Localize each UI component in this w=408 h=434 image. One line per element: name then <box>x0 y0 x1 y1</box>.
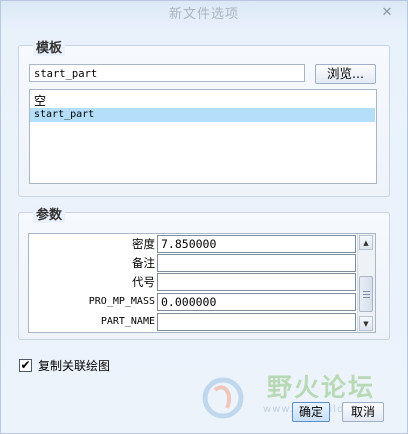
scroll-thumb[interactable] <box>359 276 373 312</box>
template-group: 模板 start_part 浏览... 空 start_part <box>18 37 390 197</box>
param-label: 密度 <box>132 237 155 251</box>
param-row-density: 密度 7.850000 <box>29 234 359 254</box>
cancel-button[interactable]: 取消 <box>342 402 384 422</box>
parameters-group: 参数 密度 7.850000 备注 代号 PRO_MP_MASS 0.00000… <box>18 204 390 340</box>
checkmark-icon: ✔ <box>20 358 31 372</box>
triangle-up-icon[interactable]: ▲ <box>359 235 373 250</box>
param-row-mass: PRO_MP_MASS 0.000000 <box>29 292 359 312</box>
param-row-code: 代号 <box>29 272 359 292</box>
list-item-start-part[interactable]: start_part <box>30 108 375 122</box>
parameters-group-title: 参数 <box>33 204 66 223</box>
template-group-title: 模板 <box>33 37 66 56</box>
param-label: PART_NAME <box>100 316 155 327</box>
browse-button[interactable]: 浏览... <box>315 64 376 84</box>
copy-relations-checkbox[interactable]: ✔ <box>19 359 32 372</box>
param-value-input[interactable] <box>157 254 356 272</box>
watermark-logo-icon <box>202 377 244 419</box>
vertical-scrollbar[interactable]: ▲ ▼ <box>357 234 375 332</box>
copy-relations-label: 复制关联绘图 <box>38 359 111 373</box>
template-input[interactable]: start_part <box>29 64 305 82</box>
triangle-down-icon[interactable]: ▼ <box>359 316 373 331</box>
template-list[interactable]: 空 start_part <box>29 89 377 184</box>
ok-button[interactable]: 确定 <box>292 402 330 422</box>
watermark-text: 野火论坛 <box>267 373 376 402</box>
parameters-table: 密度 7.850000 备注 代号 PRO_MP_MASS 0.000000 P… <box>28 233 376 333</box>
list-item-empty[interactable]: 空 <box>30 94 376 108</box>
param-label: 备注 <box>132 256 155 270</box>
param-value-input[interactable] <box>157 273 356 291</box>
param-row-remark: 备注 <box>29 253 359 273</box>
new-file-options-dialog: 新文件选项 ✕ 模板 start_part 浏览... 空 start_part… <box>0 0 408 434</box>
param-value-input[interactable]: 7.850000 <box>157 235 356 253</box>
param-label: 代号 <box>132 275 155 289</box>
param-value-input[interactable] <box>157 313 356 331</box>
title-bar: 新文件选项 ✕ <box>1 1 407 29</box>
dialog-title: 新文件选项 <box>168 7 239 22</box>
param-row-part-name: PART_NAME <box>29 312 359 332</box>
param-label: PRO_MP_MASS <box>88 296 155 307</box>
param-value-input[interactable]: 0.000000 <box>157 293 356 311</box>
close-icon[interactable]: ✕ <box>380 6 394 20</box>
